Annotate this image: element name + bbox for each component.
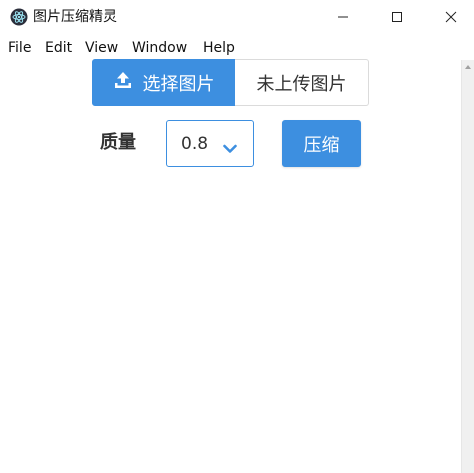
- menu-file[interactable]: File: [8, 39, 31, 57]
- select-image-label: 选择图片: [142, 73, 215, 95]
- close-icon: [445, 8, 457, 27]
- compress-label: 压缩: [303, 134, 340, 156]
- upload-group: 选择图片 未上传图片: [92, 59, 369, 106]
- maximize-button[interactable]: [374, 0, 420, 34]
- menu-edit[interactable]: Edit: [45, 39, 72, 57]
- compress-button[interactable]: 压缩: [282, 120, 361, 167]
- vertical-scrollbar[interactable]: [461, 60, 474, 473]
- scroll-up-arrow-icon[interactable]: [465, 65, 471, 69]
- maximize-icon: [391, 8, 403, 27]
- menu-help[interactable]: Help: [203, 39, 235, 57]
- app-window: 图片压缩精灵 File Edit View Window Help 选择图片 未…: [0, 0, 474, 473]
- minimize-button[interactable]: [320, 0, 366, 34]
- quality-selected-value: 0.8: [181, 133, 209, 154]
- menu-bar: File Edit View Window Help: [0, 36, 474, 60]
- upload-icon: [113, 70, 143, 95]
- menu-window[interactable]: Window: [132, 39, 187, 57]
- file-status: 未上传图片: [235, 59, 369, 106]
- electron-atom-icon: [10, 8, 28, 26]
- minimize-icon: [337, 8, 349, 27]
- quality-label: 质量: [100, 132, 136, 153]
- window-title: 图片压缩精灵: [33, 9, 117, 25]
- quality-select[interactable]: 0.8: [166, 120, 254, 167]
- select-image-button[interactable]: 选择图片: [92, 59, 235, 106]
- chevron-down-icon: [223, 139, 237, 159]
- close-button[interactable]: [428, 0, 474, 34]
- menu-view[interactable]: View: [85, 39, 118, 57]
- title-bar[interactable]: 图片压缩精灵: [0, 0, 474, 34]
